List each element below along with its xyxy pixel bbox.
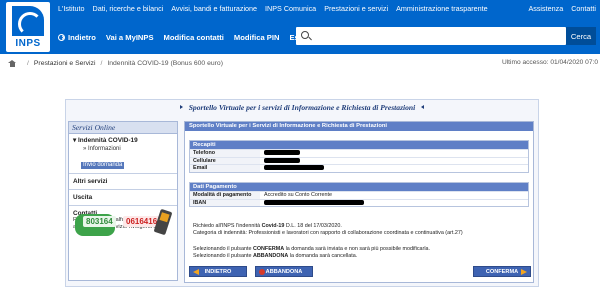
top-nav-prestazioni[interactable]: Prestazioni e servizi	[324, 4, 388, 13]
top-nav-comunica[interactable]: INPS Comunica	[265, 4, 316, 13]
recapiti-box: Recapiti Telefono Cellulare Email	[189, 140, 529, 173]
search-button[interactable]: Cerca	[566, 27, 596, 45]
pagamento-box: Dati Pagamento Modalità di pagamento Acc…	[189, 182, 529, 207]
stop-icon	[259, 269, 265, 275]
redacted-iban	[264, 199, 364, 205]
top-nav-istituto[interactable]: L'Istituto	[58, 4, 85, 13]
indietro-label: Indietro	[68, 32, 96, 42]
pagamento-head: Dati Pagamento	[190, 183, 528, 191]
assistenza-link[interactable]: Assistenza	[528, 4, 563, 13]
chevron-circle-icon	[58, 33, 65, 41]
arrow-right-icon	[179, 105, 183, 109]
redacted-email	[264, 165, 324, 171]
top-nav-avvisi[interactable]: Avvisi, bandi e fatturazione	[171, 4, 257, 13]
logo-text: INPS	[15, 38, 41, 49]
table-row: Cellulare	[190, 156, 528, 164]
sub-nav: Indietro Vai a MyINPS Modifica contatti …	[58, 28, 315, 46]
portal-title-text: Sportello Virtuale per i servizi di Info…	[188, 102, 416, 112]
arrow-right-icon	[521, 269, 527, 275]
arrow-left-icon	[193, 269, 199, 275]
sidebar: Servizi Online ▾ Indennità COVID-19 » In…	[68, 121, 178, 281]
top-links: Assistenza Contatti	[520, 4, 596, 13]
indietro-link[interactable]: Indietro	[58, 33, 96, 42]
contatti-link[interactable]: Contatti	[571, 4, 596, 13]
content-panel: Sportello Virtuale per i Servizi di Info…	[184, 121, 534, 283]
abbandona-button[interactable]: ABBANDONA	[255, 266, 313, 277]
home-icon[interactable]	[8, 59, 16, 67]
sidebar-item-informazioni[interactable]: » Informazioni	[69, 146, 177, 153]
conferma-button[interactable]: CONFERMA	[473, 266, 531, 277]
table-row: Email	[190, 164, 528, 172]
recapiti-head: Recapiti	[190, 141, 528, 149]
content-bar: Sportello Virtuale per i Servizi di Info…	[185, 122, 533, 131]
sidebar-item-altri-servizi[interactable]: Altri servizi	[69, 176, 177, 187]
myinps-link[interactable]: Vai a MyINPS	[106, 33, 154, 42]
sidebar-item-covid[interactable]: ▾ Indennità COVID-19	[69, 134, 177, 146]
modifica-contatti-link[interactable]: Modifica contatti	[164, 33, 224, 42]
top-nav: L'Istituto Dati, ricerche e bilanci Avvi…	[58, 4, 496, 13]
portal-title: Sportello Virtuale per i servizi di Info…	[66, 100, 538, 114]
top-nav-trasparente[interactable]: Amministrazione trasparente	[396, 4, 487, 13]
inps-logo[interactable]: INPS	[6, 2, 50, 52]
top-nav-dati[interactable]: Dati, ricerche e bilanci	[93, 4, 164, 13]
table-row: Modalità di pagamento Accredito su Conto…	[190, 191, 528, 199]
table-row: Telefono	[190, 149, 528, 157]
breadcrumb-current: Indennità COVID-19 (Bonus 600 euro)	[107, 59, 223, 67]
arrow-left-icon	[421, 105, 425, 109]
redacted-cellulare	[264, 157, 300, 163]
sidebar-item-uscita[interactable]: Uscita	[69, 192, 177, 203]
table-row: IBAN	[190, 198, 528, 206]
richiesta-text: Richiedo all'INPS l'indennità Covid-19 D…	[193, 223, 463, 236]
indietro-button[interactable]: INDIETRO	[189, 266, 247, 277]
green-number: 803164	[83, 216, 116, 227]
inps-logo-mark-icon	[12, 6, 44, 36]
redacted-telefono	[264, 150, 300, 156]
search-icon	[301, 31, 309, 39]
button-row: INDIETRO ABBANDONA CONFERMA	[189, 266, 531, 278]
sidebar-item-invio-domanda[interactable]: Invio domanda	[81, 162, 125, 169]
breadcrumb-prestazioni[interactable]: Prestazioni e Servizi	[34, 60, 96, 67]
sidebar-head: Servizi Online	[69, 122, 177, 134]
istruzioni-text: Selezionando il pulsante CONFERMA la dom…	[193, 246, 431, 259]
modifica-pin-link[interactable]: Modifica PIN	[234, 33, 280, 42]
last-access: Ultimo accesso: 01/04/2020 07:0	[501, 59, 598, 66]
search-input[interactable]	[296, 27, 566, 45]
